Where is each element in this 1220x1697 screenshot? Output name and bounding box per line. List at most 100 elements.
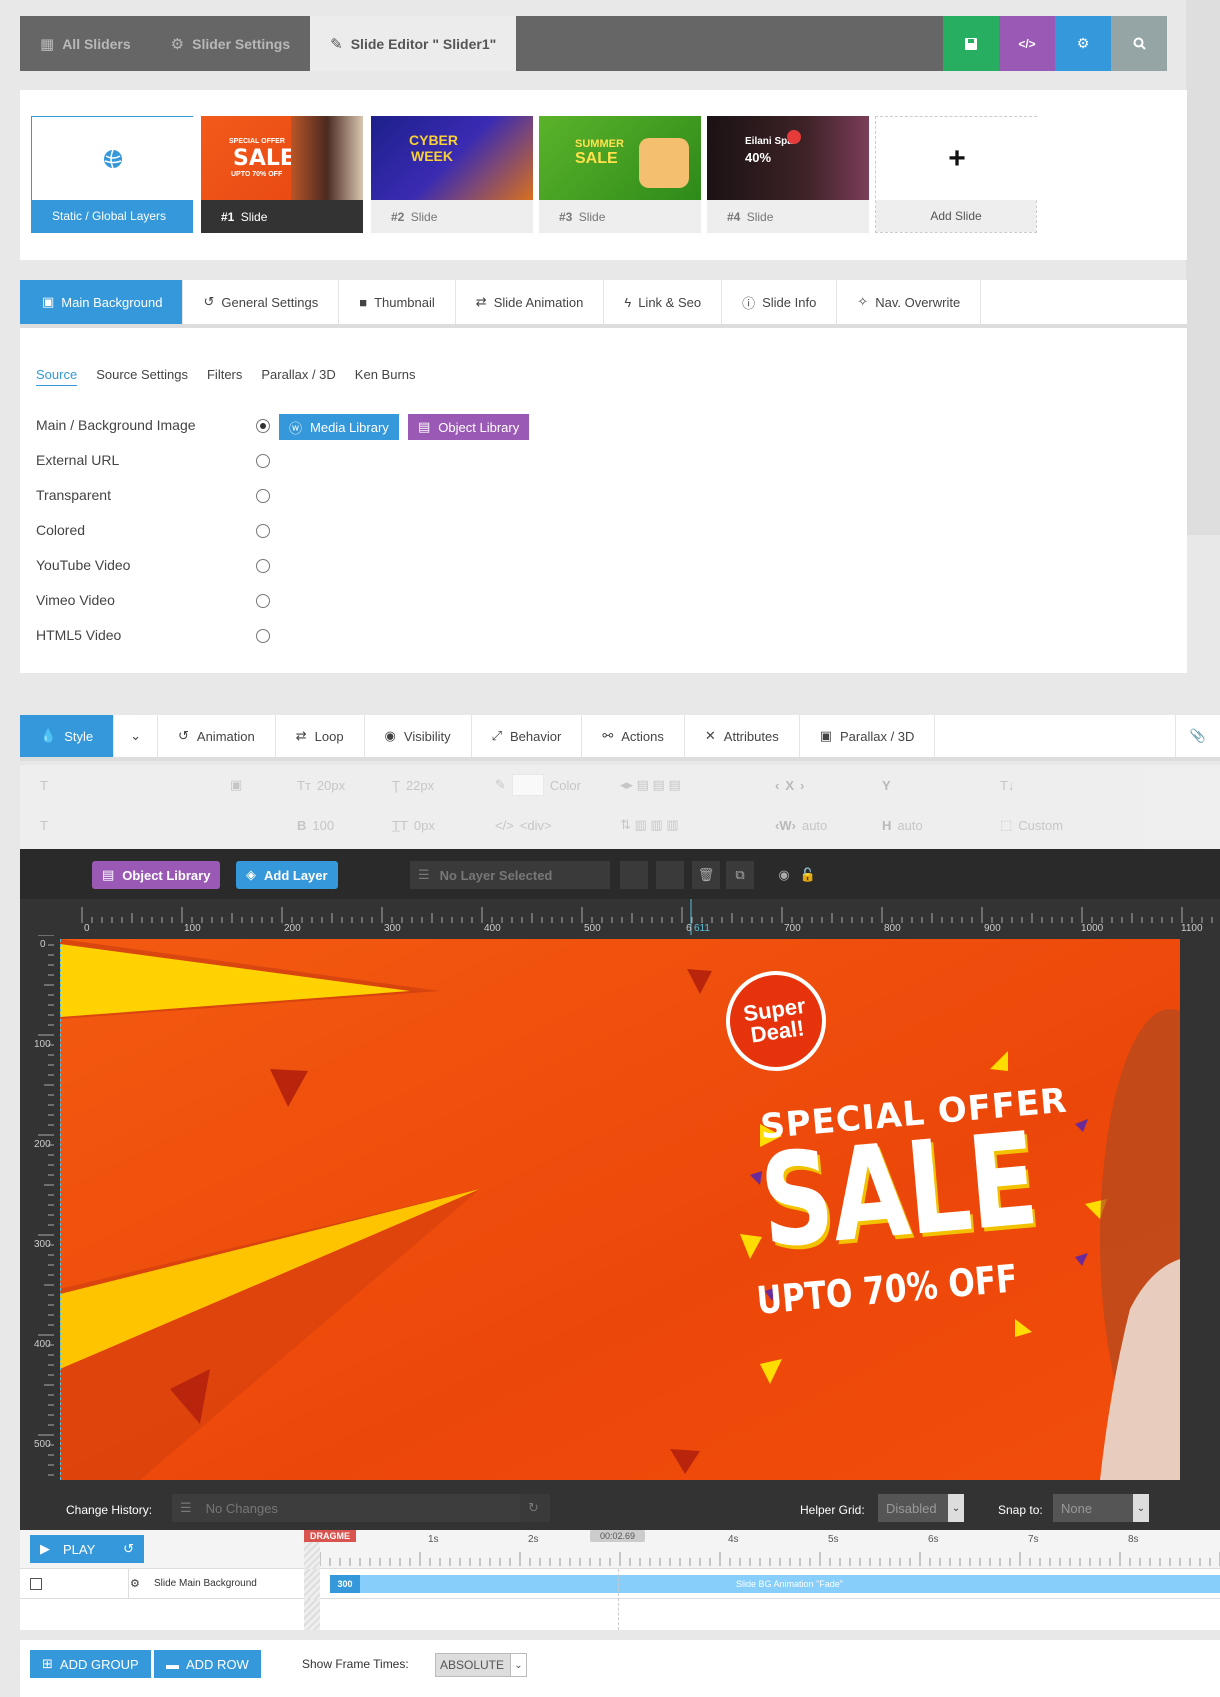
code-button[interactable]: </> [999, 16, 1055, 71]
timeline-bar[interactable]: 300 Slide BG Animation "Fade" [330, 1575, 1220, 1593]
align-tools[interactable]: ◂▸ ▤ ▤ ▤ [620, 777, 681, 793]
subtab-filters[interactable]: Filters [207, 367, 242, 386]
tab-slider-settings[interactable]: ⚙ Slider Settings [151, 16, 310, 71]
tab-parallax-3d[interactable]: ▣ Parallax / 3D [800, 715, 936, 757]
play-button[interactable]: ▶ PLAY ↺ [30, 1535, 144, 1563]
thumb-jar [639, 138, 689, 188]
thumb-people [291, 116, 363, 200]
slide-card-4[interactable]: Eilani Spa 40% #4 Slide [707, 116, 869, 233]
radio-button[interactable] [256, 419, 270, 433]
font-style-select[interactable]: T [40, 818, 48, 833]
slides-panel: Static / Global Layers SPECIAL OFFER SAL… [20, 90, 1187, 260]
object-library-button[interactable]: ▤ Object Library [92, 861, 221, 889]
font-size-field[interactable]: Tт 20px [297, 778, 345, 793]
tag-field[interactable]: </> <div> [495, 818, 552, 833]
timeline: ▶ PLAY ↺ DRAGME 00:02.69 1s 2s 4s 5s 6s … [20, 1530, 1220, 1630]
radio-button[interactable] [256, 489, 270, 503]
tab-slide-editor[interactable]: ✎ Slide Editor " Slider1" [310, 16, 517, 71]
tab-actions[interactable]: ⚯ Actions [582, 715, 685, 757]
tab-visibility[interactable]: ◉ Visibility [365, 715, 472, 757]
slide-card-2[interactable]: CYBER WEEK #2 Slide [371, 116, 533, 233]
radio-button[interactable] [256, 594, 270, 608]
source-option-transparent[interactable]: Transparent [36, 487, 270, 507]
save-style-icon[interactable]: ▣ [230, 777, 242, 793]
tab-loop[interactable]: ⇄ Loop [276, 715, 365, 757]
subtab-ken-burns[interactable]: Ken Burns [355, 367, 416, 386]
source-option-html5[interactable]: HTML5 Video [36, 627, 270, 647]
source-option-colored[interactable]: Colored [36, 522, 270, 542]
add-row-button[interactable]: ▬ ADD ROW [154, 1650, 261, 1678]
tab-link-seo[interactable]: ϟ Link & Seo [604, 280, 723, 324]
source-option-external-url[interactable]: External URL [36, 452, 270, 472]
slide-canvas[interactable]: Super Deal! SPECIAL OFFER SALE UPTO 70% … [60, 939, 1180, 1480]
layer-checkbox[interactable] [30, 1578, 42, 1590]
tab-thumbnail[interactable]: ■ Thumbnail [339, 280, 456, 324]
valign-tools[interactable]: ⇅ ▥ ▥ ▥ [620, 817, 679, 833]
subtab-parallax[interactable]: Parallax / 3D [261, 367, 335, 386]
time-marker[interactable]: 00:02.69 [590, 1530, 646, 1542]
trash-icon[interactable]: 🗑 [692, 861, 720, 889]
duplicate-icon[interactable]: ⧉ [726, 861, 754, 889]
source-option-vimeo[interactable]: Vimeo Video [36, 592, 270, 612]
h-field[interactable]: Hauto [882, 818, 923, 833]
tab-general-settings[interactable]: ↺ General Settings [183, 280, 340, 324]
field-label: X [785, 777, 795, 793]
source-option-youtube[interactable]: YouTube Video [36, 557, 270, 577]
timeline-layer-row[interactable]: ⚙ Slide Main Background 300 Slide BG Ani… [20, 1569, 1220, 1599]
radio-button[interactable] [256, 524, 270, 538]
tab-slide-info[interactable]: ⓘ Slide Info [722, 280, 838, 324]
tab-animation[interactable]: ↺ Animation [158, 715, 276, 757]
text-transform-icon[interactable]: T↓ [1000, 778, 1014, 793]
add-layer-button[interactable]: ◈ Add Layer [236, 861, 338, 889]
dragme-handle[interactable]: DRAGME [304, 1530, 356, 1542]
tab-attributes[interactable]: ✕ Attributes [685, 715, 800, 757]
snap-select[interactable]: None ⌄ [1053, 1494, 1149, 1522]
tab-clip[interactable]: 📎 [1174, 715, 1220, 757]
layer-action-2[interactable] [656, 861, 684, 889]
radio-button[interactable] [256, 454, 270, 468]
tab-nav-overwrite[interactable]: ✧ Nav. Overwrite [837, 280, 982, 324]
helper-grid-select[interactable]: Disabled ⌄ [878, 1494, 964, 1522]
x-field[interactable]: ‹ X › [775, 778, 804, 793]
layer-action-1[interactable] [620, 861, 648, 889]
tab-main-background[interactable]: ▣ Main Background [20, 280, 184, 324]
button-label: PLAY [63, 1541, 96, 1557]
layer-select[interactable]: ☰ No Layer Selected [410, 861, 610, 889]
letter-spacing-field[interactable]: T̲T 0px [392, 818, 435, 833]
custom-field[interactable]: ⬚ Custom [1000, 817, 1063, 833]
radio-button[interactable] [256, 559, 270, 573]
subtab-source[interactable]: Source [36, 367, 78, 386]
source-option-background-image[interactable]: Main / Background Image [36, 417, 270, 437]
settings-button[interactable]: ⚙ [1055, 16, 1111, 71]
w-field[interactable]: ‹W› auto [775, 818, 827, 833]
tab-behavior[interactable]: ⤢ Behavior [472, 715, 583, 757]
font-weight-field[interactable]: B 100 [297, 818, 334, 833]
tab-style[interactable]: 💧 Style [20, 715, 115, 757]
helper-grid-label: Helper Grid: [800, 1503, 865, 1517]
slide-card-3[interactable]: SUMMER SALE #3 Slide [539, 116, 701, 233]
lock-icon[interactable]: 🔓 [794, 861, 822, 889]
change-history-select[interactable]: ☰ No Changes [172, 1494, 532, 1522]
subtab-source-settings[interactable]: Source Settings [96, 367, 188, 386]
slide-card-1[interactable]: SPECIAL OFFER SALE UPTO 70% OFF #1 Slide [201, 116, 363, 233]
tab-label: Slide Editor " Slider1" [350, 35, 497, 52]
bar-start-label[interactable]: 300 [330, 1575, 360, 1593]
add-slide-card[interactable]: + Add Slide [875, 116, 1038, 233]
static-global-layers-card[interactable]: Static / Global Layers [31, 116, 194, 233]
add-group-button[interactable]: ⊞ ADD GROUP [30, 1650, 151, 1678]
object-library-button[interactable]: ▤ Object Library [408, 414, 530, 440]
color-field[interactable]: ✎ Color [495, 774, 581, 796]
tab-more[interactable]: ⌄ [114, 715, 158, 757]
tab-all-sliders[interactable]: ▦ All Sliders [20, 16, 151, 71]
media-library-button[interactable]: ⓦ Media Library [279, 414, 399, 440]
editor-toolbar: ▤ Object Library ◈ Add Layer ☰ No Layer … [20, 849, 1220, 899]
radio-button[interactable] [256, 629, 270, 643]
tab-slide-animation[interactable]: ⇄ Slide Animation [456, 280, 605, 324]
save-button[interactable] [943, 16, 999, 71]
line-height-field[interactable]: Ţ 22px [392, 778, 434, 793]
frame-times-select[interactable]: ABSOLUTE ⌄ [435, 1653, 527, 1677]
preview-button[interactable] [1111, 16, 1167, 71]
font-family-select[interactable]: T [40, 778, 194, 793]
y-field[interactable]: Y [882, 778, 891, 793]
undo-icon[interactable]: ↻ [520, 1494, 550, 1522]
